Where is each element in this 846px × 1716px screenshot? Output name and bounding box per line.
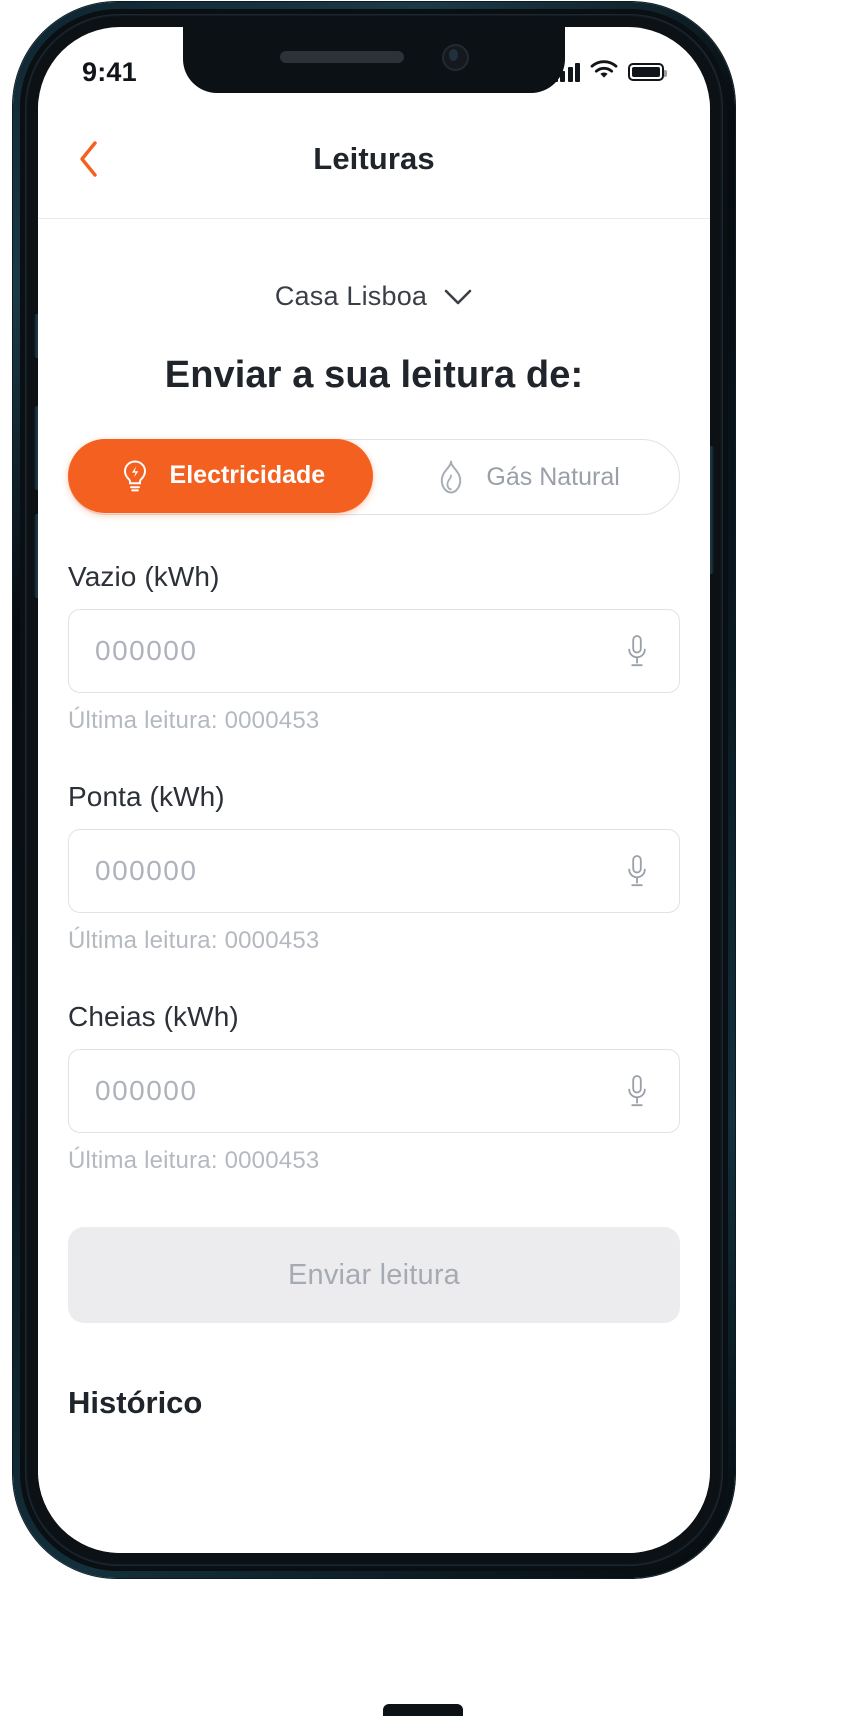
microphone-icon[interactable] xyxy=(617,1069,657,1113)
field-cheias: Cheias (kWh) Última leitura: 0000453 xyxy=(68,1001,680,1175)
home-indicator xyxy=(383,1704,463,1716)
wifi-icon xyxy=(590,59,618,85)
field-ponta-input-wrap[interactable] xyxy=(68,829,680,913)
energy-type-toggle: Electricidade Gás Natural xyxy=(67,438,680,515)
microphone-icon[interactable] xyxy=(617,849,657,893)
phone-screen: 9:41 Leituras Casa Lisboa Enviar a sua l… xyxy=(38,27,710,1553)
history-section-title: Histórico xyxy=(68,1385,203,1420)
house-selector-label: Casa Lisboa xyxy=(274,281,428,311)
nav-bar: Leituras xyxy=(38,99,710,219)
screenshot-stage: 9:41 Leituras Casa Lisboa Enviar a sua l… xyxy=(0,0,846,1716)
tab-electricidade[interactable]: Electricidade xyxy=(67,438,374,513)
status-icons xyxy=(552,59,667,85)
field-cheias-input-wrap[interactable] xyxy=(68,1049,680,1133)
earpiece-speaker xyxy=(279,51,404,63)
back-button[interactable] xyxy=(62,132,116,186)
submit-reading-button[interactable]: Enviar leitura xyxy=(68,1227,680,1323)
microphone-icon[interactable] xyxy=(617,629,657,673)
house-selector[interactable]: Casa Lisboa xyxy=(68,281,680,312)
display-notch xyxy=(183,27,565,93)
field-vazio: Vazio (kWh) Última leitura: 0000453 xyxy=(68,561,680,735)
field-ponta: Ponta (kWh) Última leitura: 0000453 xyxy=(68,781,680,955)
field-vazio-input-wrap[interactable] xyxy=(68,609,680,693)
battery-icon xyxy=(628,63,667,81)
page-content: Casa Lisboa Enviar a sua leitura de: Ele… xyxy=(38,219,710,1553)
tab-gas-natural-label: Gás Natural xyxy=(486,462,620,491)
field-ponta-label: Ponta (kWh) xyxy=(68,781,225,812)
field-ponta-input[interactable] xyxy=(95,855,617,887)
field-vazio-hint: Última leitura: 0000453 xyxy=(68,707,320,734)
field-cheias-label: Cheias (kWh) xyxy=(68,1001,239,1032)
lightbulb-icon xyxy=(116,457,154,495)
field-ponta-hint: Última leitura: 0000453 xyxy=(68,927,320,954)
field-vazio-label: Vazio (kWh) xyxy=(68,561,220,592)
chevron-left-icon xyxy=(80,140,97,177)
tab-electricidade-label: Electricidade xyxy=(169,461,326,489)
chevron-down-icon xyxy=(444,289,472,304)
field-vazio-input[interactable] xyxy=(95,635,617,667)
field-cheias-hint: Última leitura: 0000453 xyxy=(68,1147,320,1174)
status-time: 9:41 xyxy=(82,56,137,87)
front-camera xyxy=(441,43,469,71)
field-cheias-input[interactable] xyxy=(95,1075,617,1107)
section-heading: Enviar a sua leitura de: xyxy=(164,354,584,396)
tab-gas-natural[interactable]: Gás Natural xyxy=(373,440,679,514)
flame-icon xyxy=(432,458,470,496)
page-title: Leituras xyxy=(313,140,435,176)
